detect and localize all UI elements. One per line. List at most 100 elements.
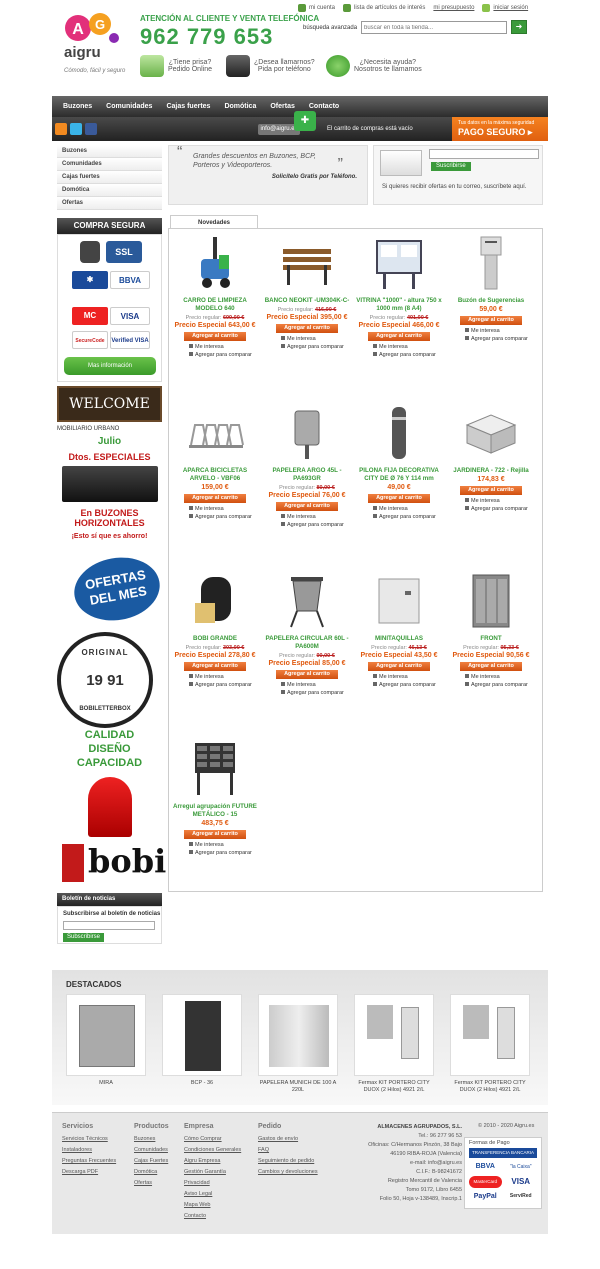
footer-link[interactable]: Aigru Empresa bbox=[184, 1156, 241, 1167]
footer-link[interactable]: Contacto bbox=[184, 1211, 241, 1222]
top-link-account[interactable]: mi cuenta bbox=[298, 4, 335, 12]
cart-status[interactable]: El carrito de compras está vacío bbox=[327, 126, 413, 132]
compare-link[interactable]: Agregar para comparar bbox=[465, 505, 535, 513]
link-wishlist[interactable]: lista de artículos de interés bbox=[354, 5, 425, 11]
ofertas-del-mes-banner[interactable]: OFERTAS DEL MES bbox=[62, 551, 165, 627]
wishlist-link[interactable]: Me interesa bbox=[465, 327, 535, 335]
product-name[interactable]: Arregul agrupación FUTURE METÁLICO - 15 bbox=[171, 803, 259, 819]
compare-link[interactable]: Agregar para comparar bbox=[465, 681, 535, 689]
product-image-bollard[interactable] bbox=[369, 405, 429, 461]
compare-link[interactable]: Agregar para comparar bbox=[373, 681, 443, 689]
footer-link[interactable]: Domótica bbox=[134, 1167, 169, 1178]
footer-link[interactable]: Seguimiento de pedido bbox=[258, 1156, 318, 1167]
compare-link[interactable]: Agregar para comparar bbox=[281, 343, 351, 351]
logo-text[interactable]: aigru bbox=[64, 44, 101, 61]
category-cajas-fuertes[interactable]: Cajas fuertes bbox=[57, 171, 162, 184]
nav-item-domotica[interactable]: Domótica bbox=[217, 96, 263, 117]
product-image-mini-lockers[interactable] bbox=[369, 573, 429, 629]
product-image-front-mailboxes[interactable] bbox=[461, 573, 521, 629]
product-name[interactable]: CARRO DE LIMPIEZA MODELO 640 bbox=[171, 297, 259, 313]
advanced-search-link[interactable]: búsqueda avanzada bbox=[303, 25, 357, 31]
product-image-cleaning-cart[interactable] bbox=[185, 235, 245, 291]
link-login[interactable]: iniciar sesión bbox=[493, 5, 528, 11]
add-to-cart-button[interactable]: Agregar al carrito bbox=[276, 670, 338, 679]
twitter-icon[interactable] bbox=[70, 123, 82, 135]
featured-image[interactable] bbox=[450, 994, 530, 1076]
product-image-planter[interactable] bbox=[461, 405, 521, 461]
footer-link[interactable]: Instaladores bbox=[62, 1145, 116, 1156]
mailbox-image[interactable] bbox=[62, 466, 158, 502]
featured-item[interactable]: PAPELERA MUNICH DE 100 A 220L bbox=[254, 994, 342, 1094]
wishlist-link[interactable]: Me interesa bbox=[281, 335, 351, 343]
product-name[interactable]: VITRINA "1000" - altura 750 x 1000 mm (8… bbox=[355, 297, 443, 313]
wishlist-link[interactable]: Me interesa bbox=[373, 673, 443, 681]
compare-link[interactable]: Agregar para comparar bbox=[189, 513, 259, 521]
compare-link[interactable]: Agregar para comparar bbox=[189, 849, 259, 857]
nav-item-comunidades[interactable]: Comunidades bbox=[99, 96, 159, 117]
add-to-cart-button[interactable]: Agregar al carrito bbox=[184, 830, 246, 839]
footer-link[interactable]: Servicios Técnicos bbox=[62, 1134, 116, 1145]
footer-link[interactable]: Cajas Fuertes bbox=[134, 1156, 169, 1167]
wishlist-link[interactable]: Me interesa bbox=[189, 673, 259, 681]
promo-phone[interactable]: ¿Desea llamarnos? Pida por teléfono bbox=[226, 55, 315, 77]
link-quote[interactable]: mi presupuesto bbox=[433, 5, 474, 11]
product-image-circular-bin[interactable] bbox=[277, 573, 337, 629]
featured-item[interactable]: MIRA bbox=[62, 994, 150, 1087]
footer-link[interactable]: Cambios y devoluciones bbox=[258, 1167, 318, 1178]
footer-link[interactable]: FAQ bbox=[258, 1145, 318, 1156]
featured-name[interactable]: Fermax KIT PORTERO CITY DUOX (2 Hilos) 4… bbox=[350, 1080, 438, 1094]
featured-name[interactable]: BCP - 36 bbox=[158, 1080, 246, 1087]
footer-link[interactable]: Gastos de envío bbox=[258, 1134, 318, 1145]
mobiliario-label[interactable]: MOBILIARIO URBANO bbox=[57, 426, 119, 432]
top-link-wishlist[interactable]: lista de artículos de interés bbox=[343, 4, 425, 12]
add-to-cart-button[interactable]: Agregar al carrito bbox=[460, 662, 522, 671]
add-to-cart-button[interactable]: Agregar al carrito bbox=[368, 332, 430, 341]
compare-link[interactable]: Agregar para comparar bbox=[281, 689, 351, 697]
logo-icon[interactable]: A G bbox=[64, 10, 120, 46]
product-name[interactable]: PAPELERA CIRCULAR 60L - PA600M bbox=[263, 635, 351, 651]
category-ofertas[interactable]: Ofertas bbox=[57, 197, 162, 210]
tab-novedades[interactable]: Novedades bbox=[170, 215, 258, 229]
add-to-cart-button[interactable]: Agregar al carrito bbox=[276, 502, 338, 511]
add-to-cart-button[interactable]: Agregar al carrito bbox=[184, 332, 246, 341]
wishlist-link[interactable]: Me interesa bbox=[189, 343, 259, 351]
product-name[interactable]: PAPELERA ARGO 45L - PA693GR bbox=[263, 467, 351, 483]
product-image-suggestion-box[interactable] bbox=[461, 235, 521, 291]
product-name[interactable]: PILONA FIJA DECORATIVA CITY DE Ø 76 Y 11… bbox=[355, 467, 443, 483]
featured-name[interactable]: PAPELERA MUNICH DE 100 A 220L bbox=[254, 1080, 342, 1094]
product-image-bench[interactable] bbox=[277, 235, 337, 291]
footer-link[interactable]: Aviso Legal bbox=[184, 1189, 241, 1200]
wishlist-link[interactable]: Me interesa bbox=[189, 841, 259, 849]
category-domotica[interactable]: Domótica bbox=[57, 184, 162, 197]
nav-item-buzones[interactable]: Buzones bbox=[56, 96, 99, 117]
newsletter-email-input[interactable] bbox=[429, 149, 539, 159]
link-account[interactable]: mi cuenta bbox=[309, 5, 335, 11]
promo-online[interactable]: ¿Tiene prisa? Pedido Online bbox=[140, 55, 212, 77]
featured-name[interactable]: Fermax KIT PORTERO CITY DUOX (2 Hilos) 4… bbox=[446, 1080, 534, 1094]
product-image-bin[interactable] bbox=[277, 405, 337, 461]
product-name[interactable]: MINITAQUILLAS bbox=[355, 635, 443, 643]
bobi-original-badge[interactable]: ORIGINAL 19 91 BOBILETTERBOX bbox=[57, 632, 153, 728]
product-image-mailbox-group[interactable] bbox=[185, 741, 245, 797]
product-name[interactable]: BOBI GRANDE bbox=[171, 635, 259, 643]
add-to-cart-button[interactable]: Agregar al carrito bbox=[276, 324, 338, 333]
footer-link[interactable]: Comunidades bbox=[134, 1145, 169, 1156]
nav-item-cajas-fuertes[interactable]: Cajas fuertes bbox=[159, 96, 217, 117]
compare-link[interactable]: Agregar para comparar bbox=[189, 351, 259, 359]
featured-item[interactable]: BCP - 36 bbox=[158, 994, 246, 1087]
promo-help[interactable]: ¿Necesita ayuda? Nosotros te llamamos bbox=[326, 55, 422, 77]
footer-link[interactable]: Descarga PDF bbox=[62, 1167, 116, 1178]
footer-link[interactable]: Buzones bbox=[134, 1134, 169, 1145]
featured-image[interactable] bbox=[258, 994, 338, 1076]
compare-link[interactable]: Agregar para comparar bbox=[373, 513, 443, 521]
compare-link[interactable]: Agregar para comparar bbox=[281, 521, 351, 529]
product-name[interactable]: APARCA BICICLETAS ARVELO - VBF06 bbox=[171, 467, 259, 483]
wishlist-link[interactable]: Me interesa bbox=[281, 681, 351, 689]
add-to-cart-button[interactable]: Agregar al carrito bbox=[460, 486, 522, 495]
bobi-logo[interactable]: bobi bbox=[60, 842, 166, 884]
welcome-banner[interactable]: WELCOME bbox=[57, 386, 162, 422]
newsletter-input[interactable] bbox=[63, 921, 155, 930]
wishlist-link[interactable]: Me interesa bbox=[465, 673, 535, 681]
category-comunidades[interactable]: Comunidades bbox=[57, 158, 162, 171]
wishlist-link[interactable]: Me interesa bbox=[189, 505, 259, 513]
